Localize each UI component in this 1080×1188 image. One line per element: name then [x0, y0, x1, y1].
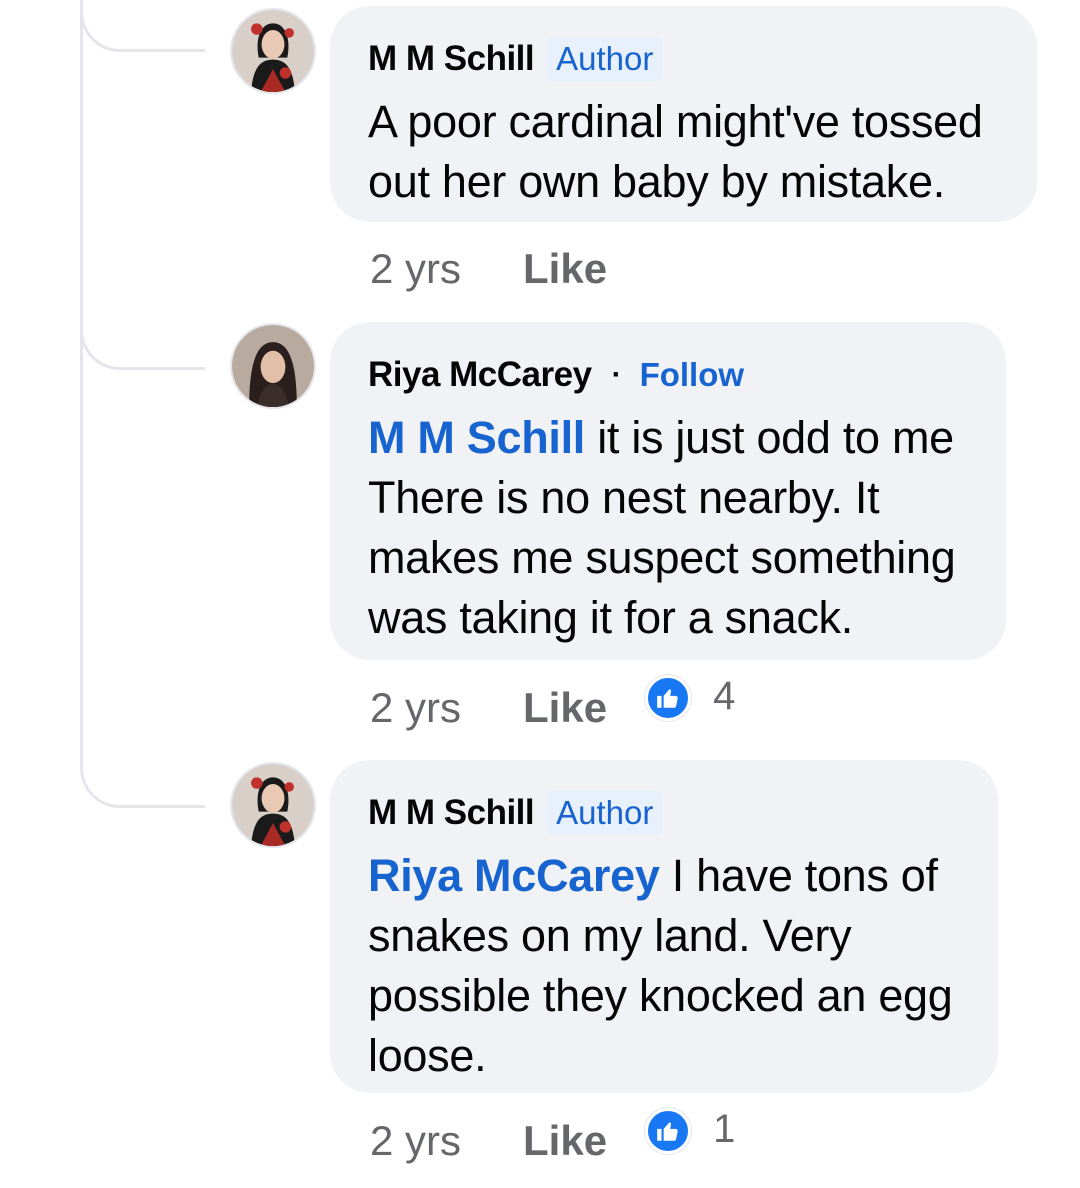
comment-author[interactable]: M M Schill	[368, 793, 535, 833]
comment-bubble: Riya McCarey · Follow M M Schill it is j…	[330, 322, 1006, 660]
comment-bubble: M M Schill Author Riya McCarey I have to…	[330, 760, 998, 1093]
comment-text: M M Schill it is just odd to me There is…	[368, 408, 968, 648]
separator-dot: ·	[611, 358, 622, 391]
thumbs-up-icon[interactable]	[645, 1108, 692, 1154]
thread-connector	[80, 318, 205, 370]
comment-text: A poor cardinal might've tossed out her …	[368, 96, 983, 207]
comment-actions: 2 yrs Like 1	[370, 1107, 735, 1165]
avatar[interactable]	[230, 323, 316, 409]
comment-text: Riya McCarey I have tons of snakes on my…	[368, 846, 960, 1086]
comment-time[interactable]: 2 yrs	[370, 245, 461, 293]
comment-thread: M M Schill Author A poor cardinal might'…	[0, 0, 1080, 1188]
thread-line	[80, 0, 83, 765]
like-button[interactable]: Like	[523, 684, 607, 732]
like-button[interactable]: Like	[523, 245, 607, 293]
comment-time[interactable]: 2 yrs	[370, 1117, 461, 1165]
mention-link[interactable]: M M Schill	[368, 412, 585, 463]
comment-time[interactable]: 2 yrs	[370, 684, 461, 732]
reaction-count[interactable]: 4	[713, 674, 735, 719]
author-badge: Author	[546, 791, 664, 835]
comment-actions: 2 yrs Like	[370, 245, 607, 293]
like-button[interactable]: Like	[523, 1117, 607, 1165]
thread-connector	[80, 756, 205, 808]
reaction-count[interactable]: 1	[713, 1107, 735, 1152]
follow-button[interactable]: Follow	[640, 356, 744, 394]
comment-bubble: M M Schill Author A poor cardinal might'…	[330, 6, 1037, 222]
author-badge: Author	[546, 37, 664, 81]
avatar[interactable]	[230, 762, 316, 848]
comment-actions: 2 yrs Like 4	[370, 674, 735, 732]
avatar[interactable]	[230, 8, 316, 94]
mention-link[interactable]: Riya McCarey	[368, 850, 660, 901]
thread-connector	[80, 0, 205, 52]
thumbs-up-icon[interactable]	[645, 675, 692, 721]
comment-author[interactable]: Riya McCarey	[368, 355, 592, 395]
comment-author[interactable]: M M Schill	[368, 39, 535, 79]
